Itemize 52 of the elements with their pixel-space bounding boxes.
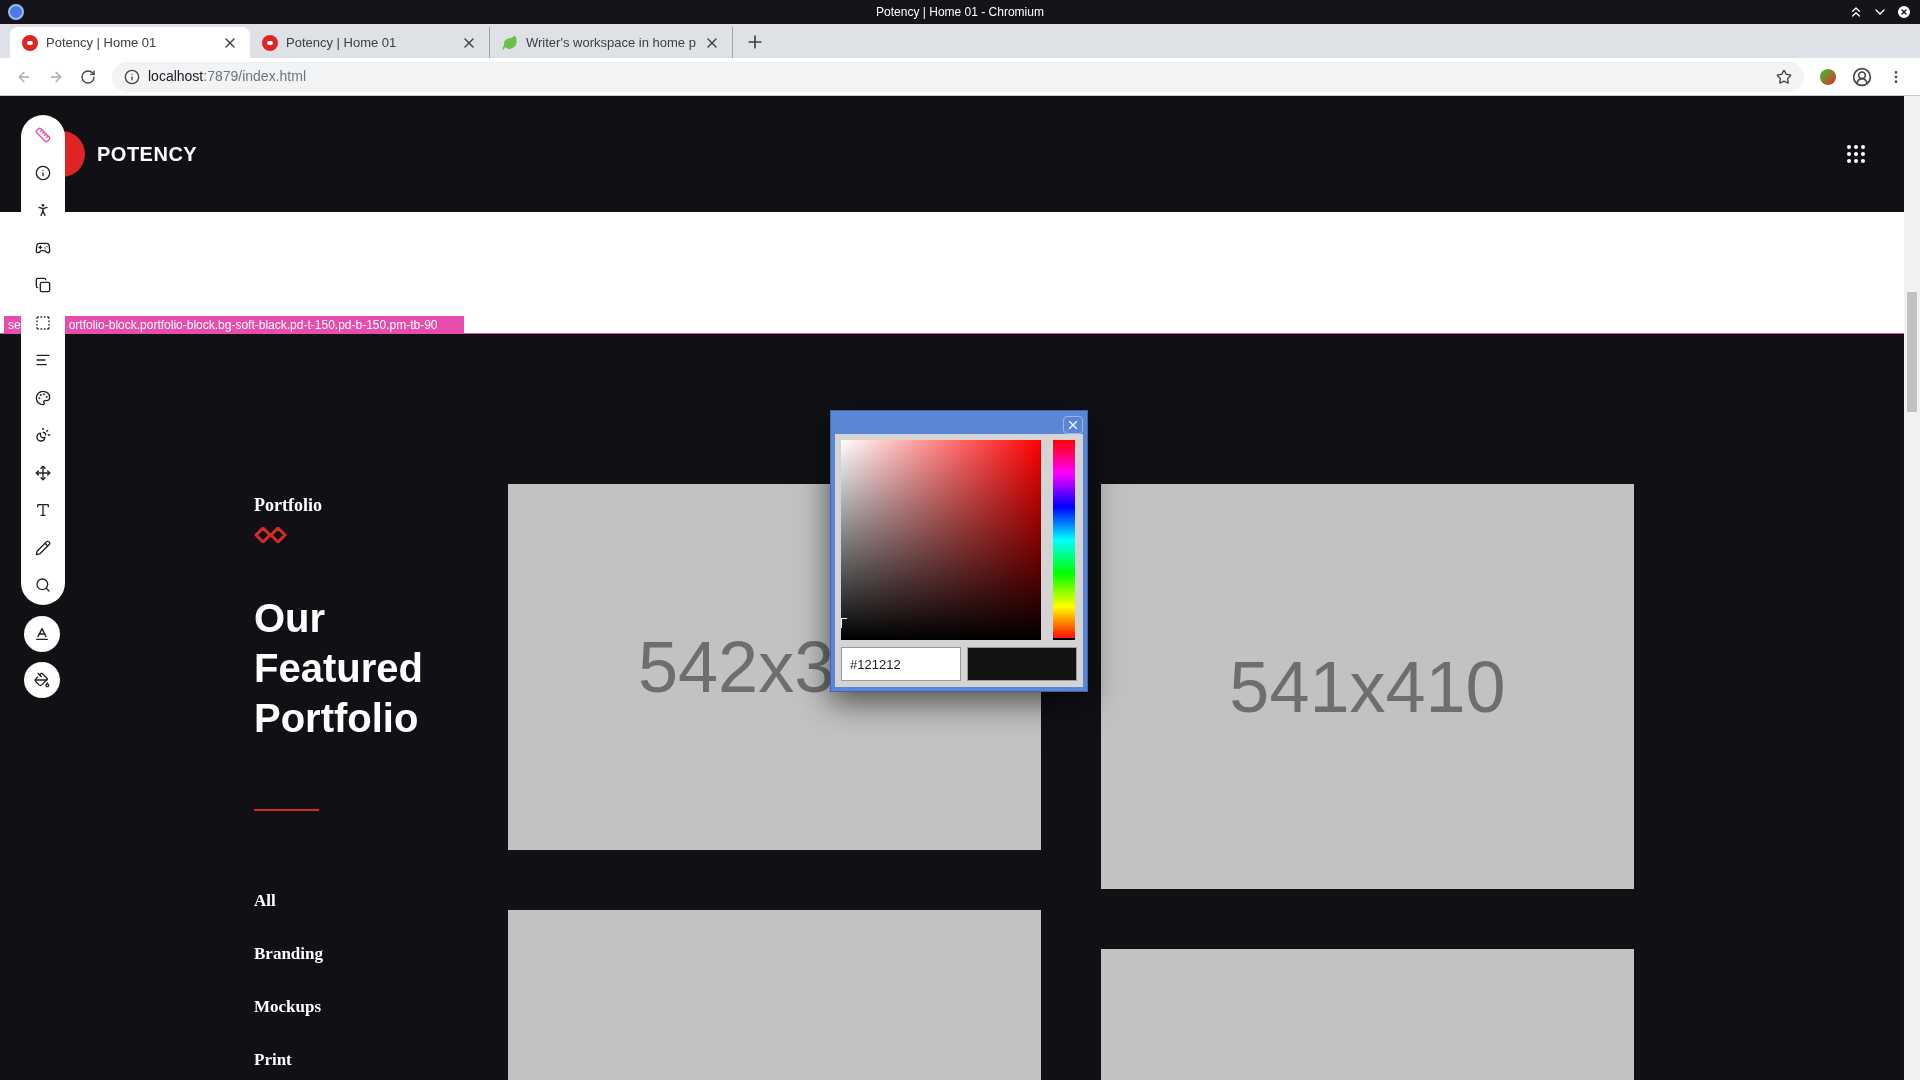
scrollbar[interactable] (1904, 96, 1920, 1080)
copy-icon[interactable] (35, 277, 51, 293)
profile-icon[interactable] (1852, 66, 1872, 87)
site-favicon-icon (262, 34, 278, 51)
dashed-square-icon[interactable] (35, 314, 51, 331)
address-bar[interactable]: localhost:7879/index.html (112, 61, 1804, 92)
placeholder-size: 542x3 (638, 626, 835, 709)
grid-menu-icon[interactable] (1844, 142, 1868, 166)
close-button[interactable] (1063, 415, 1083, 434)
filter-link[interactable]: Mockups (254, 995, 323, 1018)
tab-title: Potency | Home 01 (286, 33, 397, 52)
info-icon (124, 68, 140, 85)
move-icon[interactable] (35, 464, 51, 481)
url-text: localhost:7879/index.html (148, 67, 306, 86)
site-favicon-icon (22, 34, 38, 51)
hue-marker[interactable] (1053, 638, 1075, 640)
selector-text: se (7, 316, 21, 334)
hex-input[interactable]: #121212 (841, 647, 961, 681)
sun-moon-icon[interactable] (35, 427, 51, 443)
hue-slider[interactable] (1053, 440, 1075, 640)
heading-underline (254, 809, 319, 811)
section-eyebrow: Portfolio (254, 494, 322, 517)
bookmark-star-icon[interactable] (1776, 68, 1792, 85)
tab-title: Writer's workspace in home p (526, 33, 696, 52)
picker-cursor (841, 618, 847, 628)
palette-icon[interactable] (35, 389, 51, 406)
text-color-icon (34, 626, 50, 642)
chromium-logo-icon (8, 4, 24, 20)
close-icon[interactable] (1896, 4, 1912, 20)
extension-icon[interactable] (1820, 68, 1836, 85)
brand-name: POTENCY (97, 142, 198, 167)
window-title: Potency | Home 01 - Chromium (876, 4, 1044, 21)
filter-link[interactable]: Branding (254, 942, 323, 965)
reload-icon[interactable] (80, 68, 96, 85)
tab-title: Potency | Home 01 (46, 33, 157, 52)
person-icon[interactable] (35, 202, 51, 218)
diamonds-icon (254, 527, 288, 543)
text-size-icon[interactable] (35, 502, 51, 518)
browser-tab[interactable]: Potency | Home 01 (10, 27, 250, 58)
placeholder-size: 541x410 (1229, 645, 1506, 729)
paint-bucket-icon (34, 672, 50, 688)
leaf-icon (502, 34, 518, 51)
ruler-icon[interactable] (35, 127, 51, 143)
info-icon[interactable] (35, 164, 51, 181)
align-left-icon[interactable] (35, 352, 51, 368)
selector-text: ortfolio-block.portfolio-block.bg-soft-black.pd-t-150.pd-b-150.pm-tb-90 (68, 316, 438, 334)
search-icon[interactable] (35, 577, 51, 593)
filter-link[interactable]: All (254, 889, 323, 912)
saturation-field[interactable] (841, 440, 1041, 640)
pencil-icon[interactable] (35, 539, 51, 556)
filter-link[interactable]: Print (254, 1048, 323, 1071)
section-heading: Our Featured Portfolio (254, 595, 424, 742)
